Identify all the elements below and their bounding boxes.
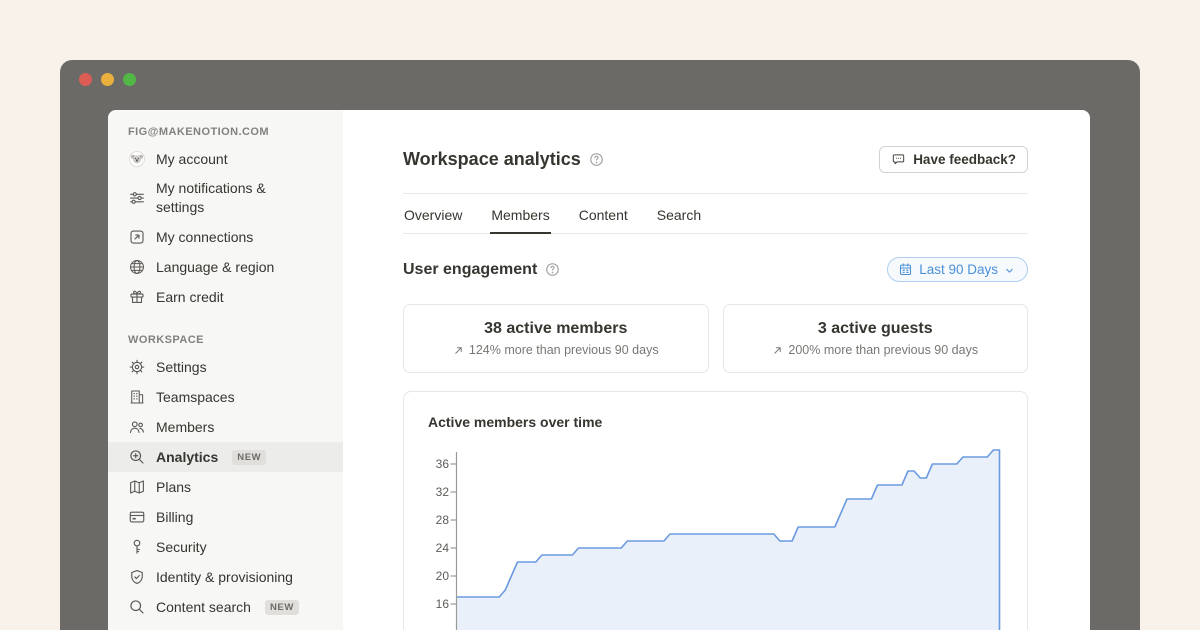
- minimize-window-button[interactable]: [101, 73, 114, 86]
- sidebar-item-my-connections[interactable]: My connections: [108, 222, 343, 252]
- page-title: Workspace analytics: [403, 149, 581, 170]
- key-icon: [128, 538, 146, 556]
- tab-overview[interactable]: Overview: [403, 196, 463, 234]
- trend-up-arrow-icon: [772, 345, 783, 356]
- analytics-main: Workspace analytics Have feedback? Overv…: [343, 110, 1090, 630]
- sidebar-item-label: My account: [156, 150, 228, 168]
- section-title: User engagement: [403, 261, 537, 279]
- credit-card-icon: [128, 508, 146, 526]
- close-window-button[interactable]: [79, 73, 92, 86]
- trend-up-arrow-icon: [453, 345, 464, 356]
- active-guests-delta-text: 200% more than previous 90 days: [788, 343, 978, 357]
- sidebar-item-label: Language & region: [156, 258, 274, 276]
- active-members-chart: 16 20 24 28 32 36: [428, 446, 1003, 630]
- gift-icon: [128, 288, 146, 306]
- app-window: FIG@MAKENOTION.COM My account My notific…: [60, 60, 1140, 630]
- new-badge: NEW: [265, 600, 299, 615]
- settings-panel: FIG@MAKENOTION.COM My account My notific…: [108, 110, 1090, 630]
- sidebar-item-security[interactable]: Security: [108, 532, 343, 562]
- sidebar-item-teamspaces[interactable]: Teamspaces: [108, 382, 343, 412]
- header-divider: [403, 193, 1028, 194]
- sidebar-item-content-search[interactable]: Content search NEW: [108, 592, 343, 622]
- active-members-chart-card: Active members over time 16 20 24 28 32 36: [403, 391, 1028, 630]
- sidebar-item-label: Plans: [156, 478, 191, 496]
- active-guests-card: 3 active guests 200% more than previous …: [723, 304, 1029, 373]
- sidebar-item-analytics[interactable]: Analytics NEW: [108, 442, 343, 472]
- globe-icon: [128, 258, 146, 276]
- y-tick-label: 28: [428, 512, 449, 528]
- shield-check-icon: [128, 568, 146, 586]
- window-controls: [79, 73, 136, 86]
- sidebar-item-billing[interactable]: Billing: [108, 502, 343, 532]
- sidebar-item-label: Content search: [156, 598, 251, 616]
- date-range-label: Last 90 Days: [919, 262, 998, 277]
- sidebar-item-earn-credit[interactable]: Earn credit: [108, 282, 343, 312]
- sidebar-item-label: Analytics: [156, 448, 218, 466]
- sidebar-item-label: My connections: [156, 228, 253, 246]
- help-circle-icon[interactable]: [589, 152, 604, 167]
- y-tick-label: 20: [428, 568, 449, 584]
- active-guests-delta: 200% more than previous 90 days: [772, 343, 978, 357]
- new-badge: NEW: [232, 450, 266, 465]
- active-members-delta-text: 124% more than previous 90 days: [469, 343, 659, 357]
- sidebar-item-label: Billing: [156, 508, 193, 526]
- arrow-up-right-box-icon: [128, 228, 146, 246]
- y-tick-label: 24: [428, 540, 449, 556]
- user-engagement-header: User engagement Last 90 Days: [403, 257, 1028, 282]
- y-tick-label: 36: [428, 456, 449, 472]
- sidebar-item-label: Identity & provisioning: [156, 568, 293, 586]
- sidebar-item-plans[interactable]: Plans: [108, 472, 343, 502]
- magnifier-plus-icon: [128, 448, 146, 466]
- sidebar-item-label: Members: [156, 418, 214, 436]
- have-feedback-button[interactable]: Have feedback?: [879, 146, 1028, 173]
- screenshot-stage: FIG@MAKENOTION.COM My account My notific…: [0, 0, 1200, 630]
- magnifier-icon: [128, 598, 146, 616]
- sidebar-item-settings[interactable]: Settings: [108, 352, 343, 382]
- tab-members[interactable]: Members: [490, 196, 550, 234]
- tab-content[interactable]: Content: [578, 196, 629, 234]
- gear-icon: [128, 358, 146, 376]
- sidebar-item-language-region[interactable]: Language & region: [108, 252, 343, 282]
- chart-title: Active members over time: [428, 414, 1003, 430]
- account-email-heading: FIG@MAKENOTION.COM: [108, 126, 343, 138]
- y-tick-label: 16: [428, 596, 449, 612]
- chart-area-line: [449, 446, 1005, 630]
- page-header: Workspace analytics Have feedback?: [403, 146, 1028, 173]
- sidebar-item-label: Security: [156, 538, 207, 556]
- engagement-stat-cards: 38 active members 124% more than previou…: [403, 304, 1028, 373]
- settings-sidebar: FIG@MAKENOTION.COM My account My notific…: [108, 110, 343, 630]
- sidebar-item-label: Earn credit: [156, 288, 224, 306]
- sidebar-item-label: Settings: [156, 358, 207, 376]
- speech-bubble-icon: [891, 152, 906, 167]
- map-icon: [128, 478, 146, 496]
- analytics-tabs: Overview Members Content Search: [403, 196, 1028, 234]
- sliders-icon: [128, 189, 146, 207]
- active-members-value: 38 active members: [484, 320, 627, 338]
- chart-y-axis-labels: 16 20 24 28 32 36: [428, 446, 449, 630]
- sidebar-item-label: My notifications & settings: [156, 179, 314, 217]
- have-feedback-label: Have feedback?: [913, 152, 1016, 167]
- chevron-down-icon: [1004, 264, 1015, 275]
- avatar-koala-icon: [128, 150, 146, 168]
- active-members-delta: 124% more than previous 90 days: [453, 343, 659, 357]
- tab-search[interactable]: Search: [656, 196, 702, 234]
- sidebar-item-notifications-settings[interactable]: My notifications & settings: [108, 174, 343, 222]
- calendar-icon: [898, 262, 913, 277]
- people-icon: [128, 418, 146, 436]
- active-members-card: 38 active members 124% more than previou…: [403, 304, 709, 373]
- help-circle-icon[interactable]: [545, 262, 560, 277]
- building-icon: [128, 388, 146, 406]
- sidebar-item-members[interactable]: Members: [108, 412, 343, 442]
- date-range-dropdown[interactable]: Last 90 Days: [887, 257, 1028, 282]
- sidebar-item-my-account[interactable]: My account: [108, 144, 343, 174]
- sidebar-item-label: Teamspaces: [156, 388, 235, 406]
- workspace-section-heading: WORKSPACE: [108, 334, 343, 346]
- zoom-window-button[interactable]: [123, 73, 136, 86]
- active-guests-value: 3 active guests: [818, 320, 933, 338]
- y-tick-label: 32: [428, 484, 449, 500]
- sidebar-item-identity-provisioning[interactable]: Identity & provisioning: [108, 562, 343, 592]
